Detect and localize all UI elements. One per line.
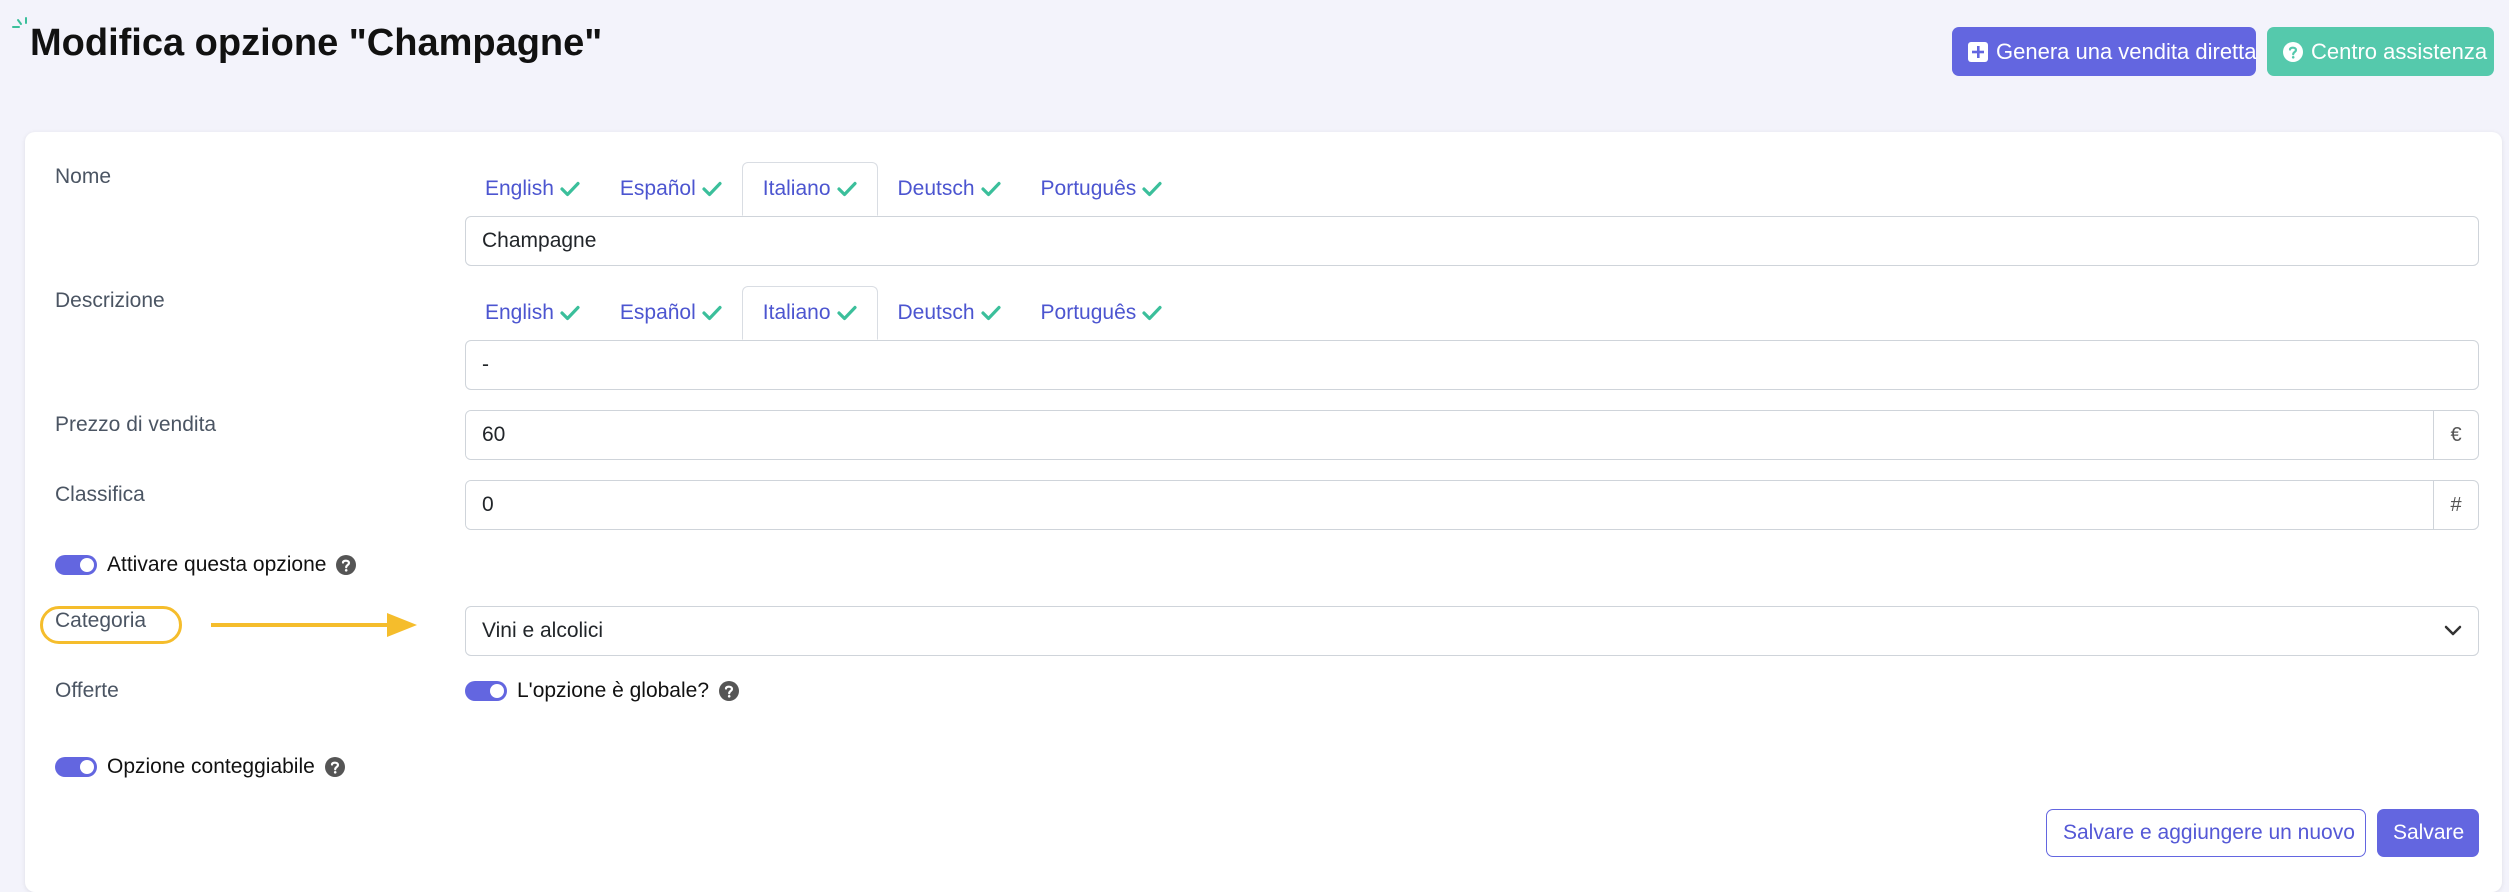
question-circle-icon[interactable] <box>336 555 357 575</box>
tab-description-italian[interactable]: Italiano <box>741 286 878 340</box>
activate-option-toggle[interactable] <box>55 555 97 575</box>
tab-name-english[interactable]: English <box>465 162 600 216</box>
countable-option-label: Opzione conteggiabile <box>107 755 315 778</box>
ranking-label: Classifica <box>55 483 145 506</box>
direct-sale-label: Genera una vendita diretta <box>1996 38 2257 64</box>
global-option-toggle[interactable] <box>465 681 507 701</box>
question-circle-icon[interactable] <box>324 757 345 777</box>
question-circle-icon <box>2283 41 2303 62</box>
description-language-tabs: English Español Italiano Deutsch Portugu… <box>465 286 1182 340</box>
check-icon <box>1142 181 1162 197</box>
price-label: Prezzo di vendita <box>55 413 217 436</box>
tab-name-portuguese[interactable]: Português <box>1021 162 1183 216</box>
page-header: Modifica opzione "Champagne" Genera una … <box>0 0 2509 110</box>
help-center-button[interactable]: Centro assistenza <box>2267 27 2494 76</box>
help-center-label: Centro assistenza <box>2311 38 2488 64</box>
offers-label: Offerte <box>55 679 119 702</box>
description-input[interactable] <box>465 340 2479 390</box>
check-icon <box>980 181 1001 197</box>
global-option-label: L'opzione è globale? <box>517 679 710 702</box>
tab-name-italian[interactable]: Italiano <box>741 162 878 216</box>
plus-square-icon <box>1968 41 1988 62</box>
global-option-row: L'opzione è globale? <box>465 679 740 703</box>
price-input[interactable] <box>466 411 2433 459</box>
hash-addon: # <box>2433 481 2478 529</box>
category-selected-value: Vini e alcolici <box>482 619 604 642</box>
category-select[interactable]: Vini e alcolici <box>465 606 2479 656</box>
check-icon <box>560 181 580 197</box>
tab-name-german[interactable]: Deutsch <box>878 162 1021 216</box>
tab-description-german[interactable]: Deutsch <box>878 286 1021 340</box>
price-input-group: € <box>465 410 2479 460</box>
countable-option-toggle[interactable] <box>55 757 97 777</box>
arrow-right-icon <box>211 613 417 637</box>
question-circle-icon[interactable] <box>719 681 740 701</box>
activate-option-label: Attivare questa opzione <box>107 553 327 576</box>
tab-description-english[interactable]: English <box>465 286 600 340</box>
check-icon <box>836 305 857 321</box>
chevron-down-icon <box>2444 625 2462 636</box>
save-and-add-new-button[interactable]: Salvare e aggiungere un nuovo <box>2046 809 2366 857</box>
category-label: Categoria <box>55 609 147 632</box>
direct-sale-button[interactable]: Genera una vendita diretta <box>1952 27 2257 76</box>
tab-description-portuguese[interactable]: Português <box>1021 286 1183 340</box>
description-label: Descrizione <box>55 289 165 312</box>
currency-addon: € <box>2433 411 2478 459</box>
check-icon <box>702 181 722 197</box>
tab-description-spanish[interactable]: Español <box>600 286 742 340</box>
check-icon <box>560 305 580 321</box>
option-form-card: Nome English Español Italiano Deutsch Po… <box>25 132 2502 892</box>
page-title: Modifica opzione "Champagne" <box>30 22 603 64</box>
check-icon <box>1142 305 1162 321</box>
check-icon <box>980 305 1001 321</box>
ranking-input[interactable] <box>466 481 2433 529</box>
tab-name-spanish[interactable]: Español <box>600 162 742 216</box>
name-input[interactable] <box>465 216 2479 266</box>
check-icon <box>702 305 722 321</box>
countable-option-row: Opzione conteggiabile <box>55 755 345 779</box>
name-label: Nome <box>55 165 112 188</box>
save-button[interactable]: Salvare <box>2377 809 2479 857</box>
activate-option-row: Attivare questa opzione <box>55 553 357 577</box>
check-icon <box>836 181 857 197</box>
ranking-input-group: # <box>465 480 2479 530</box>
name-language-tabs: English Español Italiano Deutsch Portugu… <box>465 162 1182 216</box>
